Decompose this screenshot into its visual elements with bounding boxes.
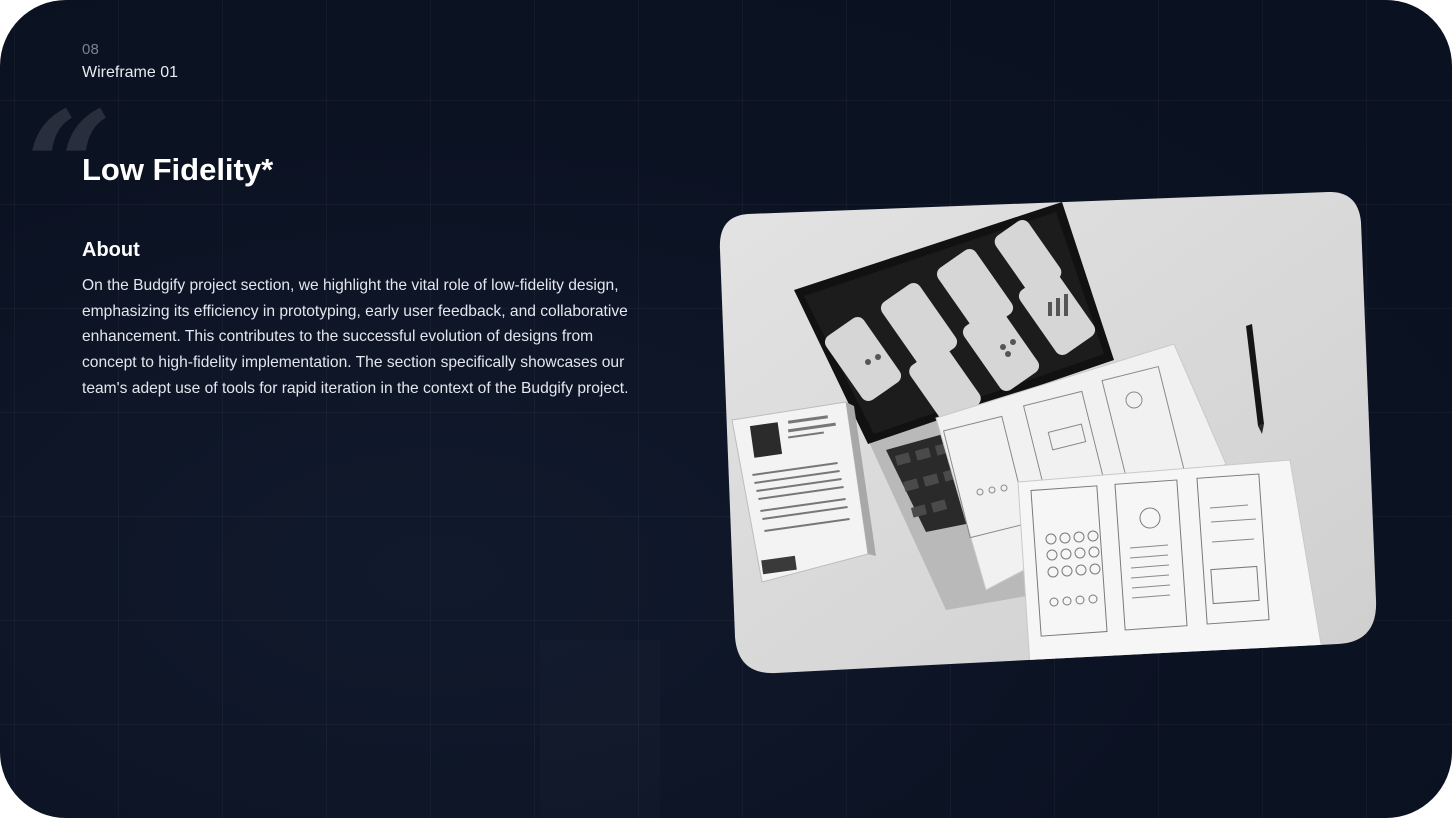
background-glow: [540, 640, 660, 818]
slide: 08 Wireframe 01 “ Low Fidelity* About On…: [0, 0, 1452, 818]
wireframe-photo: [718, 192, 1378, 674]
page-title: Low Fidelity*: [82, 152, 274, 187]
section-number: 08: [82, 41, 100, 58]
about-heading: About: [82, 239, 140, 261]
about-body: On the Budgify project section, we highl…: [82, 277, 629, 397]
sketch-paper-front: [1017, 459, 1323, 667]
